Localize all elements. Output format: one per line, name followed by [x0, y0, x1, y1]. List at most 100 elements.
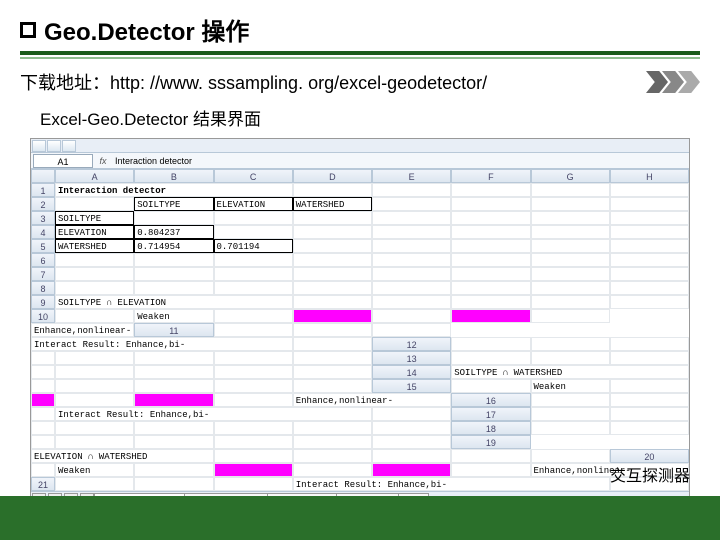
cell[interactable] — [293, 365, 372, 379]
cell[interactable] — [372, 421, 451, 435]
cell[interactable] — [531, 421, 610, 435]
cell[interactable] — [293, 225, 372, 239]
cell[interactable]: ELEVATION ∩ WATERSHED — [31, 449, 214, 463]
cell[interactable] — [55, 253, 134, 267]
cell[interactable] — [293, 435, 372, 449]
cell[interactable] — [55, 365, 134, 379]
cell[interactable] — [293, 211, 372, 225]
cell[interactable] — [293, 463, 372, 477]
cell[interactable] — [134, 281, 213, 295]
cell[interactable] — [134, 379, 213, 393]
cell[interactable] — [372, 309, 451, 323]
cell[interactable] — [293, 239, 372, 253]
cell[interactable] — [531, 281, 610, 295]
cell[interactable] — [610, 253, 689, 267]
cell[interactable] — [610, 407, 689, 421]
cell[interactable] — [293, 281, 372, 295]
cell[interactable] — [214, 449, 293, 463]
cell[interactable]: Weaken — [55, 463, 134, 477]
cell[interactable] — [610, 393, 689, 407]
cell[interactable]: WATERSHED — [55, 239, 134, 253]
cell[interactable] — [293, 309, 372, 323]
cell[interactable] — [610, 351, 689, 365]
cell[interactable] — [451, 449, 530, 463]
formula-value[interactable]: Interaction detector — [111, 156, 689, 166]
cell[interactable] — [31, 365, 55, 379]
cell[interactable] — [134, 477, 213, 491]
cell[interactable] — [293, 379, 372, 393]
cell[interactable] — [134, 365, 213, 379]
cell[interactable] — [293, 183, 372, 197]
cell[interactable] — [372, 463, 451, 477]
row-header[interactable]: 21 — [31, 477, 55, 491]
row-header[interactable]: 9 — [31, 295, 55, 309]
row-header[interactable]: 18 — [451, 421, 530, 435]
cell[interactable] — [372, 323, 451, 337]
cell[interactable] — [214, 379, 293, 393]
cell[interactable] — [214, 365, 293, 379]
cell[interactable] — [293, 267, 372, 281]
cell[interactable] — [451, 463, 530, 477]
cell[interactable] — [610, 183, 689, 197]
cell[interactable] — [372, 183, 451, 197]
cell[interactable]: Enhance,nonlinear- — [31, 323, 134, 337]
cell[interactable] — [610, 225, 689, 239]
cell[interactable] — [531, 197, 610, 211]
cell[interactable] — [55, 393, 134, 407]
row-header[interactable]: 11 — [134, 323, 213, 337]
column-header[interactable] — [31, 169, 55, 183]
cell[interactable] — [531, 267, 610, 281]
cell[interactable] — [293, 295, 372, 309]
cell[interactable] — [451, 183, 530, 197]
cell[interactable] — [531, 239, 610, 253]
cell[interactable] — [531, 309, 610, 323]
cell[interactable] — [372, 281, 451, 295]
cell[interactable] — [372, 407, 451, 421]
cell[interactable] — [610, 281, 689, 295]
cell[interactable] — [134, 351, 213, 365]
cell[interactable] — [134, 463, 213, 477]
row-header[interactable]: 20 — [610, 449, 689, 463]
cell[interactable] — [134, 253, 213, 267]
cell[interactable] — [531, 449, 610, 463]
row-header[interactable]: 8 — [31, 281, 55, 295]
cell[interactable]: ELEVATION — [214, 197, 293, 211]
column-header[interactable]: H — [610, 169, 689, 183]
row-header[interactable]: 16 — [451, 393, 530, 407]
toolbar-button[interactable] — [32, 140, 46, 152]
cell[interactable] — [451, 281, 530, 295]
row-header[interactable]: 15 — [372, 379, 451, 393]
spreadsheet-grid[interactable]: ABCDEFGH1Interaction detector2SOILTYPEEL… — [31, 169, 689, 491]
cell[interactable] — [610, 295, 689, 309]
cell[interactable] — [293, 337, 372, 351]
column-header[interactable]: E — [372, 169, 451, 183]
cell[interactable] — [372, 295, 451, 309]
cell[interactable] — [214, 463, 293, 477]
row-header[interactable]: 14 — [372, 365, 451, 379]
cell[interactable]: Interact Result: Enhance,bi- — [293, 477, 610, 491]
cell[interactable] — [214, 323, 293, 337]
cell[interactable] — [55, 281, 134, 295]
cell[interactable] — [372, 435, 451, 449]
row-header[interactable]: 17 — [451, 407, 530, 421]
cell[interactable] — [372, 239, 451, 253]
fx-icon[interactable]: fx — [95, 156, 111, 166]
cell[interactable]: SOILTYPE ∩ ELEVATION — [55, 295, 293, 309]
toolbar-button[interactable] — [47, 140, 61, 152]
row-header[interactable]: 7 — [31, 267, 55, 281]
row-header[interactable]: 6 — [31, 253, 55, 267]
column-header[interactable]: C — [214, 169, 293, 183]
cell[interactable] — [451, 239, 530, 253]
cell[interactable] — [134, 421, 213, 435]
cell[interactable] — [372, 253, 451, 267]
cell[interactable] — [31, 407, 55, 421]
cell[interactable]: Weaken — [134, 309, 213, 323]
cell[interactable] — [451, 309, 530, 323]
column-header[interactable]: B — [134, 169, 213, 183]
cell[interactable] — [372, 225, 451, 239]
cell[interactable] — [372, 449, 451, 463]
cell[interactable] — [214, 225, 293, 239]
cell[interactable]: WATERSHED — [293, 197, 372, 211]
row-header[interactable]: 19 — [451, 435, 530, 449]
cell[interactable] — [451, 225, 530, 239]
